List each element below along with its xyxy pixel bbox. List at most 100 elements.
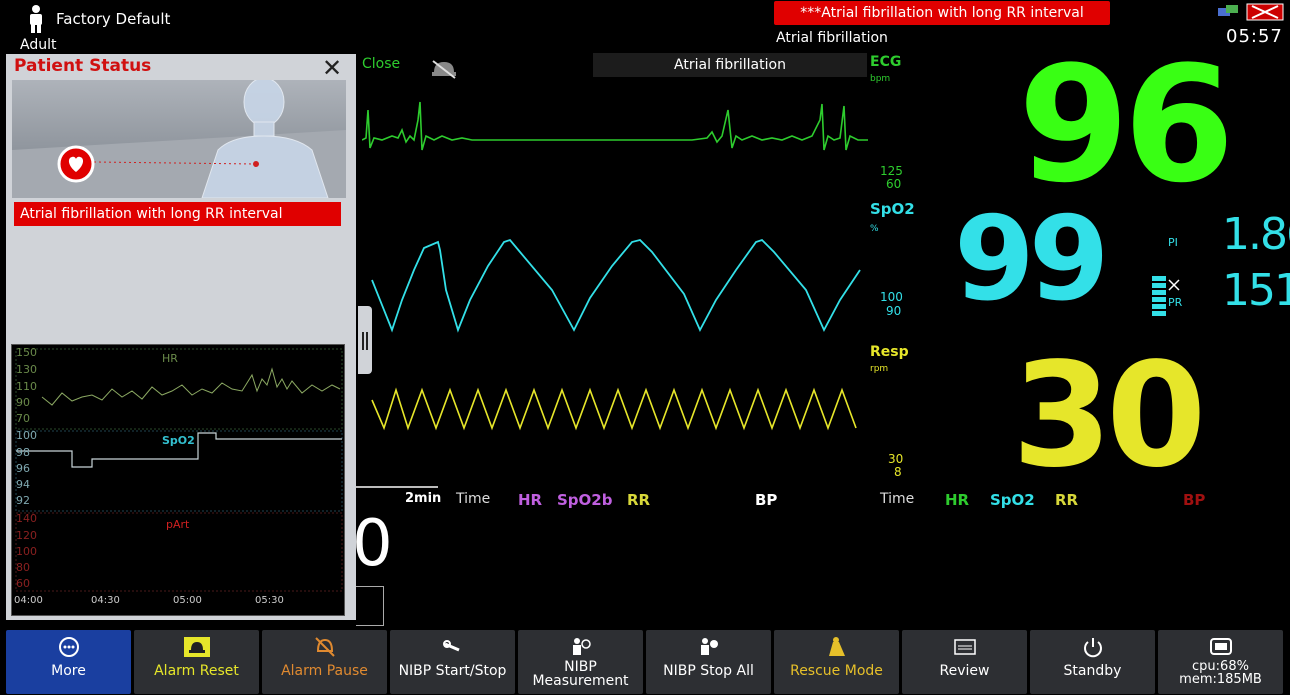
center-hr-tab[interactable]: HR	[518, 491, 542, 509]
nibp-stop-icon	[646, 636, 771, 658]
center-rr-tab[interactable]: RR	[627, 491, 650, 509]
pi-label: PI	[1168, 236, 1178, 249]
hr-tick: 150	[16, 346, 37, 359]
trend-svg	[15, 348, 343, 592]
rescue-mode-label: Rescue Mode	[790, 663, 883, 679]
nibp-icon	[390, 636, 515, 658]
hr-tick: 70	[16, 412, 30, 425]
scale-bar	[356, 486, 438, 488]
waveform-area	[362, 101, 868, 431]
right-hr-tab[interactable]: HR	[945, 491, 969, 509]
time-tick: 04:30	[91, 595, 120, 606]
part-tick: 140	[16, 512, 37, 525]
nibp-box-edge	[356, 586, 384, 626]
right-bp-tab[interactable]: BP	[1183, 491, 1205, 509]
pr-value[interactable]: 151	[1222, 266, 1290, 316]
hr-tick: 90	[16, 396, 30, 409]
right-spo2-tab[interactable]: SpO2	[990, 491, 1035, 509]
monitor-icon	[1158, 636, 1283, 658]
ecg-lo: 60	[886, 177, 902, 191]
nibp-stop-all-label: NIBP Stop All	[663, 663, 754, 679]
resp-hi: 30	[888, 452, 904, 466]
time-tick: 05:30	[255, 595, 284, 606]
standby-icon	[1030, 636, 1155, 658]
alarm-reset-icon	[134, 636, 259, 658]
resp-label[interactable]: Resp	[870, 344, 909, 360]
spo2-tick: 100	[16, 429, 37, 442]
clock: 05:57	[1226, 26, 1283, 47]
person-icon	[26, 4, 46, 34]
alarm-pause-icon	[262, 636, 387, 658]
nibp-start-stop-button[interactable]: NIBP Start/Stop	[390, 630, 515, 694]
rr-value[interactable]: 30	[1012, 340, 1206, 490]
resp-lo: 8	[894, 465, 902, 479]
ecg-label[interactable]: ECG	[870, 54, 901, 70]
hr-value[interactable]: 96	[1018, 40, 1235, 210]
ecg-hi: 125	[880, 164, 903, 178]
alarm-reset-label: Alarm Reset	[154, 663, 239, 679]
pleth-bar-icon	[1152, 276, 1166, 318]
center-bp-tab[interactable]: BP	[755, 491, 777, 509]
resp-unit: rpm	[870, 364, 889, 374]
part-tick: 60	[16, 577, 30, 590]
time-tick: 05:00	[173, 595, 202, 606]
pr-disabled-icon	[1168, 276, 1180, 291]
more-button[interactable]: More	[6, 630, 131, 694]
right-time-label: Time	[880, 491, 915, 507]
hr-tick: 130	[16, 363, 37, 376]
nibp-measure-icon	[518, 636, 643, 658]
spo2-lo: 90	[886, 304, 902, 318]
pi-value[interactable]: 1.86	[1222, 210, 1290, 260]
profile-name[interactable]: Factory Default	[56, 10, 170, 28]
nibp-stop-all-button[interactable]: NIBP Stop All	[646, 630, 771, 694]
panel-collapse-handle[interactable]	[358, 306, 372, 374]
more-label: More	[51, 663, 86, 679]
part-tick: 100	[16, 545, 37, 558]
rescue-mode-button[interactable]: Rescue Mode	[774, 630, 899, 694]
right-rr-tab[interactable]: RR	[1055, 491, 1078, 509]
standby-button[interactable]: Standby	[1030, 630, 1155, 694]
spo2-tick: 94	[16, 478, 30, 491]
battery-alarm-icon	[1246, 2, 1286, 22]
hr-tick: 110	[16, 380, 37, 393]
part-tick: 80	[16, 561, 30, 574]
spo2-hi: 100	[880, 290, 903, 304]
center-time-label: Time	[456, 491, 491, 507]
trend-spo2-label: SpO2	[162, 434, 195, 447]
trend-hr-line	[41, 367, 341, 406]
system-status-button[interactable]: cpu:68% mem:185MB	[1158, 630, 1283, 694]
close-icon[interactable]: ✕	[322, 54, 342, 82]
spo2-tick: 92	[16, 494, 30, 507]
two-min-label[interactable]: 2min	[405, 491, 441, 506]
partial-digit: 0	[352, 507, 393, 581]
alarm-pause-button[interactable]: Alarm Pause	[262, 630, 387, 694]
ecg-waveform	[362, 101, 868, 151]
review-icon	[902, 636, 1027, 658]
nibp-measurement-label: NIBP Measurement	[532, 659, 629, 689]
panel-alarm-text[interactable]: Atrial fibrillation with long RR interva…	[14, 202, 341, 226]
nibp-start-stop-label: NIBP Start/Stop	[398, 663, 507, 679]
spo2-waveform	[371, 238, 861, 333]
part-tick: 120	[16, 529, 37, 542]
nibp-measurement-button[interactable]: NIBP Measurement	[518, 630, 643, 694]
review-label: Review	[939, 663, 990, 679]
trend-part-label: pArt	[166, 518, 190, 531]
spo2-label[interactable]: SpO2	[870, 200, 915, 218]
center-spo2b-tab[interactable]: SpO2b	[557, 491, 612, 509]
heart-icon[interactable]	[56, 144, 96, 184]
network-icon	[1216, 4, 1242, 20]
spo2-tick: 98	[16, 446, 30, 459]
spo2-unit: %	[870, 224, 879, 234]
pr-label: PR	[1168, 296, 1183, 309]
time-tick: 04:00	[14, 595, 43, 606]
mem-label: mem:185MB	[1179, 672, 1262, 687]
alarm-banner[interactable]: ***Atrial fibrillation with long RR inte…	[774, 1, 1110, 25]
alarm-reset-button[interactable]: Alarm Reset	[134, 630, 259, 694]
spo2-value[interactable]: 99	[954, 198, 1109, 322]
alarm-subtext: Atrial fibrillation	[776, 30, 888, 46]
alarm-silence-icon[interactable]	[430, 58, 458, 80]
review-button[interactable]: Review	[902, 630, 1027, 694]
trend-hr-label: HR	[162, 352, 178, 365]
patient-type[interactable]: Adult	[20, 37, 56, 53]
close-label[interactable]: Close	[362, 56, 400, 72]
